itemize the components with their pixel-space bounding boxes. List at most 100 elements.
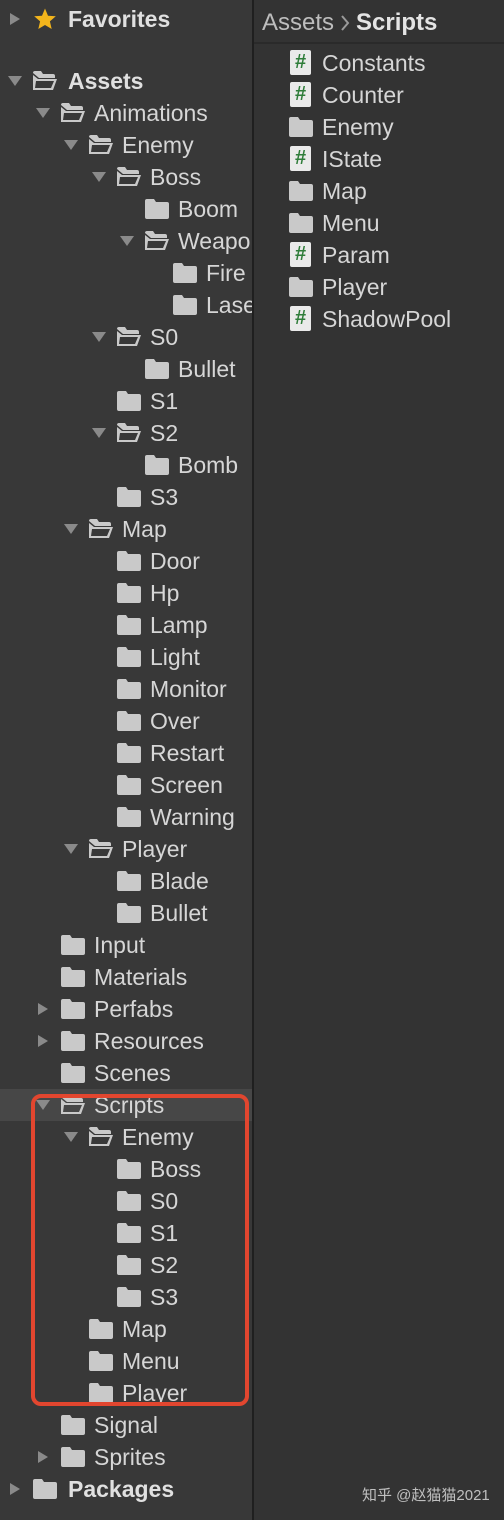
folder-open-icon (88, 518, 114, 540)
tree-item[interactable]: Sprites (0, 1441, 252, 1473)
tree-item[interactable]: Door (0, 545, 252, 577)
tree-item[interactable]: Weapon (0, 225, 252, 257)
chevron-down-icon[interactable] (62, 129, 80, 161)
folder-asset[interactable]: Enemy (288, 111, 498, 143)
folder-icon (116, 902, 142, 924)
folder-icon (172, 294, 198, 316)
folder-icon (116, 678, 142, 700)
watermark: 知乎 @赵猫猫2021 (362, 1487, 490, 1504)
tree-item[interactable]: Lamp (0, 609, 252, 641)
tree-item-label: Animations (94, 100, 208, 126)
chevron-right-icon[interactable] (6, 3, 24, 35)
csharp-script-icon: # (290, 146, 311, 171)
favorites-label: Favorites (68, 6, 171, 32)
script-asset[interactable]: # Counter (288, 79, 498, 111)
tree-item-label: S1 (150, 388, 179, 414)
script-asset[interactable]: # Param (288, 239, 498, 271)
tree-item[interactable]: Resources (0, 1025, 252, 1057)
tree-item[interactable]: Laser (0, 289, 252, 321)
chevron-down-icon[interactable] (6, 65, 24, 97)
tree-item[interactable]: Fire (0, 257, 252, 289)
tree-item[interactable]: Monitor (0, 673, 252, 705)
chevron-down-icon[interactable] (62, 513, 80, 545)
tree-item[interactable]: Player (0, 833, 252, 865)
asset-name: Counter (322, 82, 404, 108)
tree-item[interactable]: Over (0, 705, 252, 737)
chevron-down-icon[interactable] (90, 161, 108, 193)
chevron-right-icon[interactable] (34, 1441, 52, 1473)
tree-item-label: Screen (150, 772, 223, 798)
chevron-down-icon[interactable] (90, 321, 108, 353)
script-asset[interactable]: # IState (288, 143, 498, 175)
chevron-down-icon[interactable] (90, 417, 108, 449)
tree-item[interactable]: Hp (0, 577, 252, 609)
chevron-down-icon[interactable] (118, 225, 136, 257)
breadcrumb-current[interactable]: Scripts (356, 9, 437, 36)
packages-row[interactable]: Packages (0, 1473, 252, 1505)
tree-item-label: Hp (150, 580, 180, 606)
highlight-box (31, 1094, 249, 1406)
tree-item-label: Map (122, 516, 167, 542)
tree-item[interactable]: Blade (0, 865, 252, 897)
tree-item[interactable]: S3 (0, 481, 252, 513)
chevron-right-icon[interactable] (6, 1473, 24, 1505)
chevron-right-icon[interactable] (34, 993, 52, 1025)
tree-item-label: Boom (178, 196, 239, 222)
tree-item[interactable]: Boss (0, 161, 252, 193)
tree-item-label: Player (122, 836, 188, 862)
tree-item[interactable]: Restart (0, 737, 252, 769)
tree-item-label: S0 (150, 324, 179, 350)
asset-name: Menu (322, 210, 380, 236)
tree-item[interactable]: Input (0, 929, 252, 961)
tree-item[interactable]: Bomb (0, 449, 252, 481)
tree-item[interactable]: Scenes (0, 1057, 252, 1089)
tree-item[interactable]: Enemy (0, 129, 252, 161)
tree-item[interactable]: Bullet (0, 897, 252, 929)
tree-item-label: Scenes (94, 1060, 171, 1086)
tree-item[interactable]: Warning (0, 801, 252, 833)
chevron-right-icon (340, 7, 350, 41)
folder-icon (116, 646, 142, 668)
folder-icon (116, 806, 142, 828)
breadcrumb-assets[interactable]: Assets (262, 9, 334, 36)
tree-item[interactable]: Signal (0, 1409, 252, 1441)
assets-row[interactable]: Assets (0, 65, 252, 97)
tree-item-label: Weapon (178, 228, 252, 254)
favorites-row[interactable]: Favorites (0, 3, 252, 35)
script-asset[interactable]: # Constants (288, 47, 498, 79)
folder-icon (60, 1446, 86, 1468)
folder-asset[interactable]: Player (288, 271, 498, 303)
folder-asset[interactable]: Map (288, 175, 498, 207)
folder-icon (116, 774, 142, 796)
tree-item-label: Monitor (150, 676, 227, 702)
tree-item[interactable]: S2 (0, 417, 252, 449)
tree-item-label: Bullet (150, 900, 208, 926)
tree-item[interactable]: Map (0, 513, 252, 545)
tree-item-label: Perfabs (94, 996, 174, 1022)
tree-item[interactable]: Perfabs (0, 993, 252, 1025)
script-asset[interactable]: # ShadowPool (288, 303, 498, 335)
tree-item-label: Restart (150, 740, 225, 766)
folder-icon (288, 180, 314, 202)
folder-icon (144, 198, 170, 220)
tree-item[interactable]: Bullet (0, 353, 252, 385)
tree-item[interactable]: Materials (0, 961, 252, 993)
folder-icon (172, 262, 198, 284)
folder-asset[interactable]: Menu (288, 207, 498, 239)
chevron-down-icon[interactable] (62, 833, 80, 865)
tree-item[interactable]: Animations (0, 97, 252, 129)
tree-item[interactable]: Light (0, 641, 252, 673)
tree-item[interactable]: Screen (0, 769, 252, 801)
chevron-down-icon[interactable] (34, 97, 52, 129)
folder-open-icon (116, 326, 142, 348)
tree-item[interactable]: Boom (0, 193, 252, 225)
tree-item-label: Input (94, 932, 146, 958)
tree-item[interactable]: S1 (0, 385, 252, 417)
chevron-right-icon[interactable] (34, 1025, 52, 1057)
tree-item-label: Laser (206, 292, 252, 318)
tree-item[interactable]: S0 (0, 321, 252, 353)
hierarchy-panel: Favorites Assets Animations Enemy Boss Boom… (0, 0, 252, 1520)
star-icon (32, 7, 58, 29)
tree-item-label: Materials (94, 964, 188, 990)
tree-item-label: S3 (150, 484, 179, 510)
